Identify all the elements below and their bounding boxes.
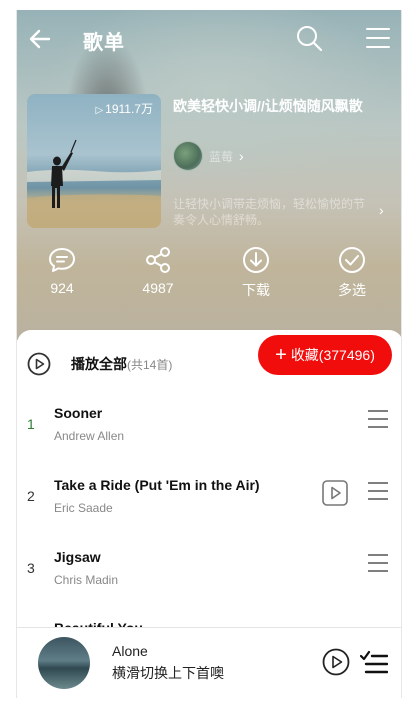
playlist-queue-icon[interactable] [360, 648, 388, 676]
comment-icon [49, 248, 75, 272]
song-index: 2 [27, 488, 35, 504]
share-count: 4987 [142, 280, 174, 296]
comment-count: 924 [50, 280, 74, 296]
song-count: (共14首) [127, 358, 173, 372]
play-circle-icon [27, 352, 51, 376]
mini-player-title: Alone [112, 643, 148, 659]
more-lines-icon[interactable] [367, 480, 389, 502]
song-artist: Andrew Allen [54, 429, 125, 443]
song-row[interactable]: 3 Jigsaw Chris Madin [17, 540, 401, 606]
mini-player-cover[interactable] [38, 637, 90, 689]
mini-player[interactable]: Alone 横滑切换上下首噢 [17, 627, 401, 698]
song-title: Take a Ride (Put 'Em in the Air) [54, 477, 260, 493]
play-count-icon: ▷ [95, 105, 104, 116]
collect-button[interactable]: + 收藏(377496) [258, 335, 392, 375]
song-index: 3 [27, 560, 35, 576]
song-row[interactable]: 2 Take a Ride (Put 'Em in the Air) Eric … [17, 468, 401, 534]
mv-play-icon[interactable] [322, 480, 348, 506]
chevron-right-icon: › [239, 148, 244, 164]
song-title: Sooner [54, 405, 103, 421]
download-label: 下载 [242, 282, 270, 298]
chevron-right-icon[interactable]: › [379, 202, 384, 218]
phone-frame: 歌单 ▷ 1911.7万 欧美轻快小调//让烦恼随风飘散 蓝莓 › 让轻快小调带… [16, 10, 402, 698]
check-circle-icon [339, 247, 365, 273]
avatar [173, 141, 203, 171]
menu-icon[interactable] [365, 26, 391, 50]
mini-player-hint: 横滑切换上下首噢 [112, 665, 224, 681]
multiselect-button[interactable]: 多选 [312, 246, 392, 300]
share-icon [146, 247, 170, 273]
more-lines-icon[interactable] [367, 552, 389, 574]
download-icon [243, 247, 269, 273]
play-all-text: 播放全部 [71, 356, 127, 372]
plus-icon: + [275, 344, 287, 366]
playlist-cover[interactable]: ▷ 1911.7万 [27, 94, 161, 228]
action-bar: 924 4987 下载 多选 [17, 246, 401, 310]
play-count-value: 1911.7万 [105, 102, 153, 116]
page-title: 歌单 [83, 32, 125, 54]
song-list-panel: 播放全部(共14首) + 收藏(377496) 1 Sooner Andrew … [17, 330, 401, 636]
back-arrow-icon[interactable] [27, 26, 53, 52]
song-index: 1 [27, 416, 35, 432]
song-artist: Chris Madin [54, 573, 119, 587]
download-button[interactable]: 下载 [216, 246, 296, 300]
play-all-label: 播放全部(共14首) [71, 354, 172, 374]
share-button[interactable]: 4987 [118, 246, 198, 296]
play-all-button[interactable]: 播放全部(共14首) [27, 344, 172, 384]
creator-row[interactable]: 蓝莓 › [173, 140, 244, 172]
top-bar: 歌单 [17, 10, 401, 66]
play-count: ▷ 1911.7万 [95, 100, 153, 117]
playlist-description[interactable]: 让轻快小调带走烦恼，轻松愉悦的节奏令人心情舒畅。 [173, 196, 373, 228]
play-circle-icon[interactable] [322, 648, 350, 676]
more-lines-icon[interactable] [367, 408, 389, 430]
song-title: Jigsaw [54, 549, 101, 565]
collect-label: 收藏(377496) [290, 347, 375, 363]
creator-name: 蓝莓 [209, 149, 234, 164]
search-icon[interactable] [295, 24, 323, 52]
comment-button[interactable]: 924 [22, 246, 102, 296]
song-artist: Eric Saade [54, 501, 113, 515]
playlist-name[interactable]: 欧美轻快小调//让烦恼随风飘散 [173, 96, 399, 116]
song-row[interactable]: 1 Sooner Andrew Allen [17, 396, 401, 462]
multiselect-label: 多选 [338, 282, 366, 298]
